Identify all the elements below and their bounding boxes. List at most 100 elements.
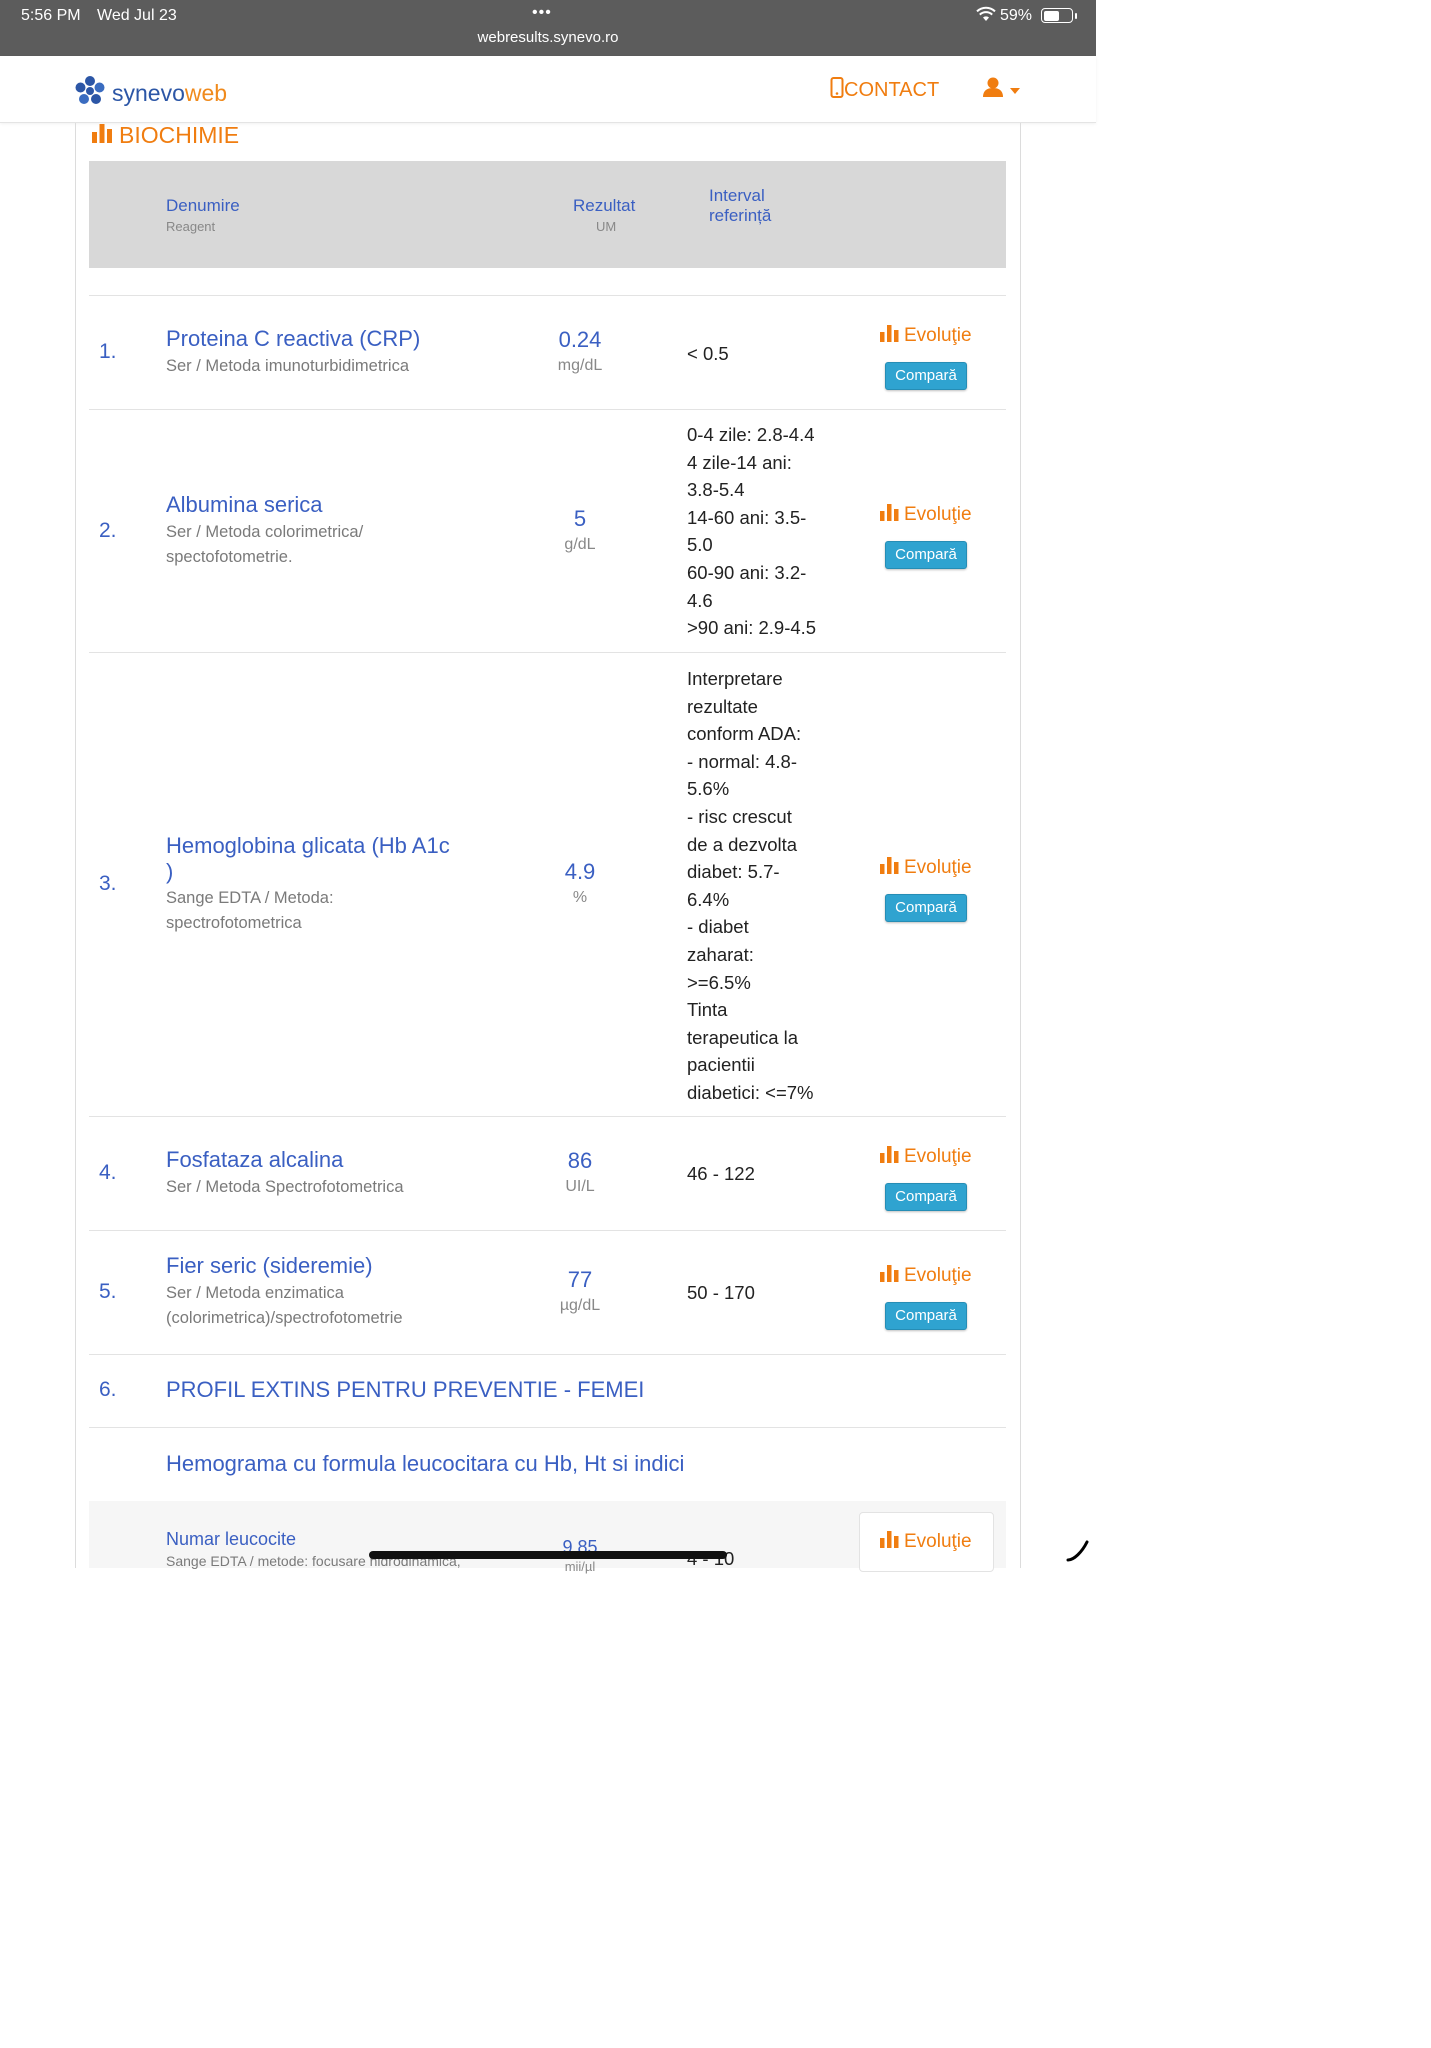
url-address[interactable]: webresults.synevo.ro bbox=[0, 29, 1096, 46]
result-unit: mg/dL bbox=[557, 357, 603, 374]
col-interval-header[interactable]: Interval bbox=[709, 187, 765, 205]
row-number: 4. bbox=[99, 1161, 117, 1184]
evolution-label: Evoluţie bbox=[904, 1146, 972, 1167]
compare-button[interactable]: Compară bbox=[885, 894, 967, 922]
evolution-link[interactable]: Evoluţie bbox=[880, 503, 972, 527]
row-divider bbox=[89, 1116, 1006, 1117]
row-divider bbox=[89, 652, 1006, 653]
profile-title[interactable]: PROFIL EXTINS PENTRU PREVENTIE - FEMEI bbox=[166, 1377, 644, 1403]
section-title: BIOCHIMIE bbox=[91, 121, 239, 149]
test-name[interactable]: Albumina serica bbox=[166, 492, 323, 518]
ref-line: 4.6 bbox=[687, 589, 713, 611]
battery-icon bbox=[1041, 8, 1073, 23]
evolution-link[interactable]: Evoluţie bbox=[880, 324, 972, 348]
result-value: 77 bbox=[567, 1267, 593, 1292]
reference-interval: 46 - 122 bbox=[687, 1163, 755, 1184]
evolution-link[interactable]: Evoluţie bbox=[880, 856, 972, 880]
ref-line: - normal: 4.8- bbox=[687, 750, 798, 772]
bar-chart-icon bbox=[880, 856, 899, 880]
reference-interval: 0-4 zile: 2.8-4.4 4 zile-14 ani: 3.8-5.4… bbox=[687, 421, 816, 642]
home-indicator[interactable] bbox=[369, 1551, 727, 1559]
row-number: 6. bbox=[99, 1378, 117, 1401]
flower-logo-icon bbox=[74, 75, 106, 112]
result-unit: mii/µl bbox=[564, 1559, 596, 1574]
evolution-link[interactable]: Evoluţie bbox=[880, 1145, 972, 1169]
test-method-line2: spectofotometrie. bbox=[166, 548, 293, 566]
compare-button[interactable]: Compară bbox=[885, 1302, 967, 1330]
evolution-label: Evoluţie bbox=[904, 1265, 972, 1286]
bar-chart-icon bbox=[880, 1264, 899, 1288]
evolution-link[interactable]: Evoluţie bbox=[880, 1264, 972, 1288]
battery-level bbox=[1043, 10, 1060, 21]
result-value: 86 bbox=[567, 1148, 593, 1173]
ref-line: 0-4 zile: 2.8-4.4 bbox=[687, 424, 815, 445]
pencil-icon[interactable] bbox=[1066, 1540, 1090, 1567]
compare-button[interactable]: Compară bbox=[885, 541, 967, 569]
col-name-header[interactable]: Denumire bbox=[166, 197, 240, 215]
row-number: 5. bbox=[99, 1280, 117, 1303]
user-menu[interactable] bbox=[982, 76, 1020, 103]
ref-line: zaharat: bbox=[687, 943, 754, 965]
ref-line: - risc crescut bbox=[687, 805, 792, 827]
ref-line: 5.6% bbox=[687, 778, 730, 800]
battery-percent: 59% bbox=[1000, 7, 1033, 24]
col-result-header[interactable]: Rezultat bbox=[573, 197, 635, 215]
ref-line: terapeutica la bbox=[687, 1026, 799, 1048]
bar-chart-icon bbox=[880, 1145, 899, 1169]
contact-link[interactable]: CONTACT bbox=[830, 77, 939, 104]
multitasking-dots-icon[interactable]: ••• bbox=[532, 4, 552, 22]
row-number: 1. bbox=[99, 340, 117, 363]
result-value: 4.9 bbox=[564, 859, 596, 884]
synevo-logo[interactable]: synevoweb bbox=[74, 75, 227, 112]
ref-line: >=6.5% bbox=[687, 971, 751, 993]
user-icon bbox=[982, 76, 1004, 103]
evolution-label: Evoluţie bbox=[904, 857, 972, 878]
result-unit: UI/L bbox=[565, 1178, 595, 1195]
result-unit: g/dL bbox=[564, 536, 596, 553]
caret-down-icon bbox=[1010, 81, 1020, 99]
test-method: Ser / Metoda colorimetrica/ bbox=[166, 523, 364, 541]
wifi-icon bbox=[976, 6, 996, 27]
row-divider bbox=[89, 1354, 1006, 1355]
ref-line: >90 ani: 2.9-4.5 bbox=[687, 617, 817, 639]
row-number: 2. bbox=[99, 519, 117, 542]
row-number: 3. bbox=[99, 872, 117, 895]
ref-line: de a dezvolta bbox=[687, 833, 798, 855]
mobile-phone-icon bbox=[830, 77, 844, 104]
date: Wed Jul 23 bbox=[97, 7, 177, 24]
test-method-line2: spectrofotometrica bbox=[166, 914, 302, 932]
test-name[interactable]: Proteina C reactiva (CRP) bbox=[166, 326, 420, 352]
result-value: 0.24 bbox=[558, 327, 602, 352]
test-method: Sange EDTA / Metoda: bbox=[166, 889, 334, 907]
result-unit: µg/dL bbox=[559, 1297, 601, 1314]
ref-line: 14-60 ani: 3.5- bbox=[687, 506, 807, 528]
col-interval-header-2: referință bbox=[709, 206, 772, 225]
test-name[interactable]: Fier seric (sideremie) bbox=[166, 1253, 373, 1279]
subgroup-title[interactable]: Hemograma cu formula leucocitara cu Hb, … bbox=[166, 1451, 684, 1477]
logo-text-web: web bbox=[184, 80, 228, 106]
section-title-label: BIOCHIMIE bbox=[119, 121, 240, 148]
ref-line: 5.0 bbox=[687, 534, 713, 556]
test-name[interactable]: Hemoglobina glicata (Hb A1c ) bbox=[166, 833, 450, 885]
ref-line: rezultate bbox=[687, 695, 758, 717]
battery-nub bbox=[1075, 13, 1077, 19]
test-method: Ser / Metoda Spectrofotometrica bbox=[166, 1178, 404, 1196]
reference-interval: Interpretare rezultate conform ADA: - no… bbox=[687, 665, 814, 1107]
test-name[interactable]: Fosfataza alcalina bbox=[166, 1147, 343, 1173]
compare-button[interactable]: Compară bbox=[885, 1183, 967, 1211]
test-method: Ser / Metoda enzimatica bbox=[166, 1284, 344, 1302]
ref-line: 4 zile-14 ani: bbox=[687, 451, 792, 473]
bar-chart-icon bbox=[880, 324, 899, 348]
ref-line: - diabet bbox=[687, 916, 749, 938]
bar-chart-icon bbox=[880, 503, 899, 527]
ref-line: diabetici: <=7% bbox=[687, 1081, 814, 1103]
compare-button[interactable]: Compară bbox=[885, 362, 967, 390]
ref-line: 6.4% bbox=[687, 888, 730, 910]
logo-text: synevoweb bbox=[112, 80, 227, 107]
evolution-label: Evoluţie bbox=[904, 504, 972, 525]
ref-line: diabet: 5.7- bbox=[687, 861, 780, 883]
test-method-line2: (colorimetrica)/spectrofotometrie bbox=[166, 1309, 403, 1327]
row-divider bbox=[89, 1427, 1006, 1428]
evolution-link[interactable]: Evoluţie bbox=[880, 1530, 972, 1554]
result-value: 5 bbox=[573, 506, 587, 531]
